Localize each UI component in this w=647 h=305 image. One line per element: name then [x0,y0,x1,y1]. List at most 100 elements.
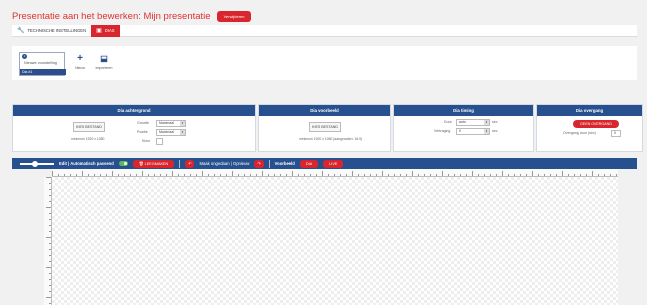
ruler-tick [346,174,347,176]
ruler-tick [604,174,605,176]
slide-canvas[interactable] [52,177,618,305]
spinner-icon: ⇕ [484,129,489,134]
settings-panels: Dia achtergrond KIES BESTAND minimum 192… [12,104,643,152]
background-size-select[interactable]: Maximaal ▾ [156,120,186,127]
ruler-tick [244,174,245,176]
background-color-label: Kleur [142,139,151,143]
ruler-tick [340,174,341,176]
tab-slides[interactable]: ▣ DIAS [91,24,120,37]
ruler-tick [124,174,125,176]
ruler-tick [370,174,371,176]
ruler-tick [412,171,413,176]
zoom-slider-knob[interactable] [32,160,38,167]
ruler-tick [136,174,137,176]
ruler-tick [322,171,323,176]
preview-slide-button[interactable]: DIA [299,159,319,168]
ruler-tick [220,174,221,176]
ruler-tick [250,174,251,176]
slide-name: Nieuwe voorstelling [24,61,57,65]
ruler-tick [400,174,401,176]
wrench-icon: 🔧 [17,27,25,34]
redo-button[interactable]: ↷ [254,159,264,168]
foreground-choose-file-button[interactable]: KIES BESTAND [309,122,341,132]
ruler-tick [298,174,299,176]
ruler-tick [544,174,545,176]
zoom-slider[interactable] [20,160,54,167]
ruler-tick [526,174,527,176]
ruler-tick [466,174,467,176]
ruler-tick [232,171,233,176]
import-slide-button[interactable]: ⬓ Importeren [95,54,113,70]
ruler-tick [460,174,461,176]
slide-number-badge: 1 [22,54,27,59]
ruler-tick [568,174,569,176]
preview-live-button[interactable]: LIVE [323,159,344,168]
ruler-tick [82,171,83,176]
ruler-tick [49,213,51,214]
timing-panel-title: Dia timing [394,105,533,116]
background-color-picker[interactable] [156,138,163,145]
toolbar-divider [268,159,270,168]
slide-card[interactable]: 1 Nieuwe voorstelling Dia #1 [19,52,66,76]
ruler-tick [49,261,51,262]
background-choose-file-button[interactable]: KIES BESTAND [73,122,105,132]
ruler-tick [58,174,59,176]
ruler-tick [256,174,257,176]
transition-panel-title: Dia overgang [537,105,642,116]
ruler-tick [49,255,51,256]
redo-icon: ↷ [257,161,261,166]
duration-label: Duur [444,120,452,124]
ruler-tick [418,174,419,176]
transition-type-button[interactable]: GEEN OVERGANG [573,120,619,128]
ruler-tick [262,171,263,176]
delay-label: Vertraging [434,129,451,133]
ruler-tick [202,171,203,176]
delay-unit: sec [492,129,498,133]
trash-icon: 🗑 [138,161,144,166]
clear-button[interactable]: 🗑 LEEGMAKEN [132,159,175,168]
ruler-tick [580,174,581,176]
ruler-tick [424,174,425,176]
duration-input[interactable]: auto ⇕ [456,119,490,126]
ruler-tick [598,174,599,176]
delay-input[interactable]: 0 ⇕ [456,128,490,135]
ruler-tick [436,174,437,176]
background-position-select[interactable]: Maximaal ▾ [156,129,186,136]
ruler-tick [490,174,491,176]
timing-panel: Dia timing Duur auto ⇕ sec Vertraging 0 … [393,104,534,152]
ruler-tick [454,174,455,176]
delete-presentation-button[interactable]: Verwijderen [216,10,252,22]
ruler-tick [376,174,377,176]
background-panel: Dia achtergrond KIES BESTAND minimum 192… [12,104,256,152]
preview-label: Voorbeeld [274,161,295,166]
background-panel-title: Dia achtergrond [13,105,255,116]
tab-bar: 🔧 TECHNISCHE INSTELLINGEN ▣ DIAS [12,24,637,37]
ruler-tick [49,189,51,190]
background-size-value: Maximaal [159,121,174,125]
ruler-tick [238,174,239,176]
undo-button[interactable]: ↶ [185,159,195,168]
zoom-label: Edit | Automatisch passend [59,161,114,166]
background-size-note: minimum 1920 x 1080 [71,137,105,141]
slide-selected-label: Dia #1 [20,69,66,75]
new-slide-label: Nieuw [75,66,85,70]
ruler-tick [478,174,479,176]
background-size-label: Grootte [137,121,149,125]
ruler-tick [49,273,51,274]
ruler-tick [166,174,167,176]
tab-technical-settings[interactable]: 🔧 TECHNISCHE INSTELLINGEN [12,25,91,37]
ruler-tick [484,174,485,176]
new-slide-button[interactable]: + Nieuw [71,53,89,71]
ruler-tick [472,171,473,176]
editor-toolbar: Edit | Automatisch passend 🗑 LEEGMAKEN ↶… [12,158,637,169]
ruler-tick [190,174,191,176]
ruler-tick [49,195,51,196]
auto-fit-toggle[interactable] [118,161,128,166]
ruler-tick [100,174,101,176]
transition-duration-input[interactable]: 0 [611,130,621,137]
ruler-tick [196,174,197,176]
ruler-tick [532,171,533,176]
ruler-tick [46,267,51,268]
plus-icon: + [77,53,83,64]
ruler-tick [49,183,51,184]
